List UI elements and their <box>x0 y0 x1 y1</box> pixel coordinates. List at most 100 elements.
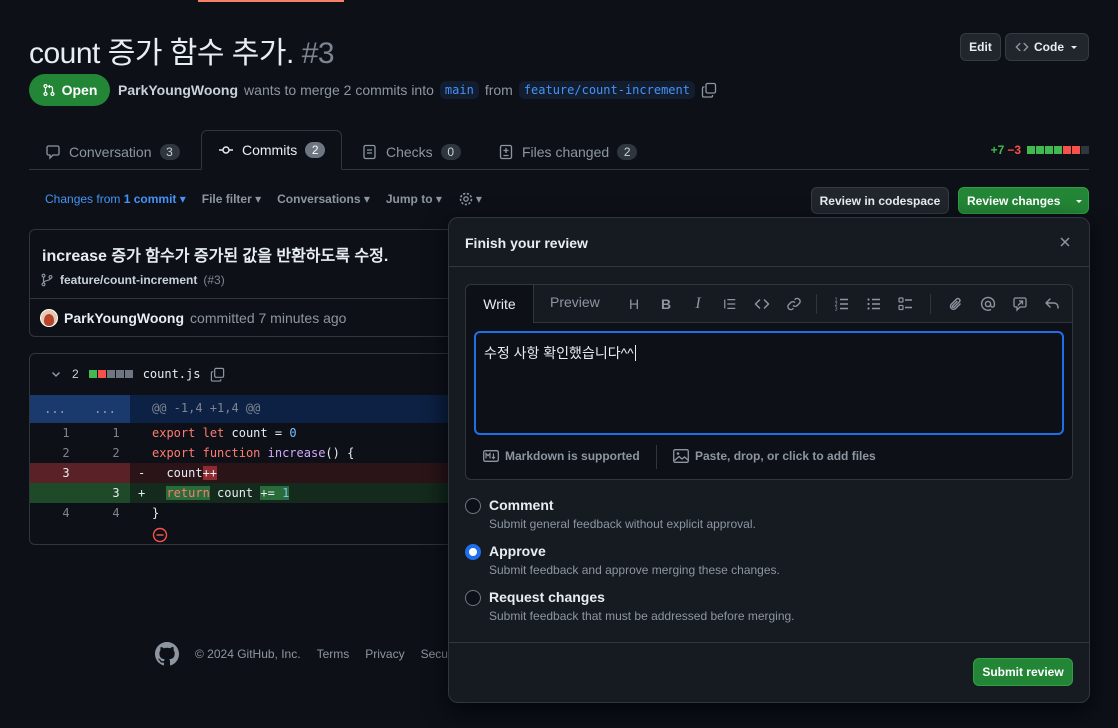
mention-icon[interactable] <box>978 294 998 314</box>
pr-meta-from: from <box>484 82 513 98</box>
new-line-number[interactable]: 3 <box>96 486 136 500</box>
hunk-header: ... ... @@ -1,4 +1,4 @@ <box>30 395 468 423</box>
cross-reference-icon[interactable] <box>1010 294 1030 314</box>
new-line-number[interactable]: 4 <box>96 506 136 520</box>
edit-button[interactable]: Edit <box>960 33 1001 61</box>
footer-link-terms[interactable]: Terms <box>317 647 350 661</box>
jump-to-label: Jump to <box>385 192 433 206</box>
copy-icon[interactable] <box>210 367 225 382</box>
file-diff-icon <box>498 144 514 160</box>
radio-approve[interactable] <box>465 544 481 560</box>
diff-line: 4 4 } <box>30 503 468 523</box>
submit-review-label: Submit review <box>982 665 1064 679</box>
old-line-number[interactable]: 4 <box>46 506 86 520</box>
diff-line: 1 1 export let count = 0 <box>30 423 468 443</box>
paperclip-icon[interactable] <box>946 294 966 314</box>
review-comment-textarea[interactable]: 수정 사항 확인했습니다^^ <box>474 331 1064 435</box>
unordered-list-icon[interactable] <box>864 294 884 314</box>
code-icon <box>1015 40 1029 54</box>
old-line-number[interactable]: 3 <box>46 466 86 480</box>
tab-files-label: Files changed <box>522 144 610 160</box>
diff-sign: - <box>138 466 146 480</box>
svg-text:3: 3 <box>835 307 838 313</box>
commit-time: committed 7 minutes ago <box>190 310 347 326</box>
chevron-down-icon <box>1074 196 1084 206</box>
collapse-icon[interactable] <box>152 527 168 543</box>
close-icon[interactable] <box>1056 233 1074 251</box>
commit-branch-link[interactable]: feature/count-increment <box>60 273 197 287</box>
italic-icon[interactable]: I <box>688 294 708 314</box>
file-name[interactable]: count.js <box>143 367 201 381</box>
code-button[interactable]: Code <box>1005 33 1089 61</box>
tab-commits[interactable]: Commits 2 <box>201 130 343 170</box>
footer-link-security[interactable]: Secu <box>421 647 448 661</box>
tab-files-count: 2 <box>617 144 638 160</box>
tab-conversation-count: 3 <box>159 144 180 160</box>
tab-write[interactable]: Write <box>466 285 534 323</box>
diff-code: export function increase() { <box>152 446 355 460</box>
review-option-request-changes[interactable]: Request changes Submit feedback that mus… <box>465 589 795 623</box>
comment-icon <box>45 144 61 160</box>
reply-icon[interactable] <box>1042 294 1062 314</box>
radio-request-changes[interactable] <box>465 590 481 606</box>
link-icon[interactable] <box>784 294 804 314</box>
text-caret <box>634 345 636 361</box>
new-line-number[interactable]: 1 <box>96 426 136 440</box>
tab-conversation[interactable]: Conversation 3 <box>45 134 180 170</box>
bold-icon[interactable]: B <box>656 294 676 314</box>
old-line-number[interactable]: 1 <box>46 426 86 440</box>
diffstat-deletions: −3 <box>1007 143 1021 157</box>
chevron-down-icon[interactable] <box>50 368 62 380</box>
file-filter-dropdown[interactable]: File filter ▾ <box>202 192 261 206</box>
markdown-icon <box>483 450 499 462</box>
review-changes-button[interactable]: Review changes <box>958 187 1089 214</box>
head-branch-link[interactable]: feature/count-increment <box>518 81 695 99</box>
commit-pr-ref[interactable]: (#3) <box>203 273 224 287</box>
diff-code: export let count = 0 <box>152 426 297 440</box>
commit-author-link[interactable]: ParkYoungWoong <box>64 310 184 326</box>
base-branch-link[interactable]: main <box>439 81 479 99</box>
pr-title-text: count 증가 함수 추가. <box>29 37 294 70</box>
diffstat: +7 −3 <box>991 143 1089 157</box>
new-line-number[interactable]: 2 <box>96 446 136 460</box>
radio-comment[interactable] <box>465 498 481 514</box>
popup-divider <box>449 266 1089 267</box>
tab-checks[interactable]: Checks 0 <box>362 134 461 170</box>
markdown-note[interactable]: Markdown is supported <box>483 449 640 463</box>
review-in-codespace-button[interactable]: Review in codespace <box>811 187 949 214</box>
jump-to-dropdown[interactable]: Jump to ▾ <box>386 192 442 206</box>
expand-up-button[interactable]: ... <box>30 395 80 423</box>
old-line-number[interactable]: 2 <box>46 446 86 460</box>
pr-number: #3 <box>301 37 335 70</box>
footer-link-privacy[interactable]: Privacy <box>365 647 404 661</box>
pr-meta-text: wants to merge 2 commits into <box>244 82 434 98</box>
tab-files-changed[interactable]: Files changed 2 <box>498 134 638 170</box>
submit-review-button[interactable]: Submit review <box>973 658 1073 686</box>
task-list-icon[interactable] <box>896 294 916 314</box>
footer-copyright: © 2024 GitHub, Inc. <box>195 647 301 661</box>
pr-author-link[interactable]: ParkYoungWoong <box>118 82 238 98</box>
conversations-dropdown[interactable]: Conversations ▾ <box>277 192 370 206</box>
expand-down-button[interactable]: ... <box>80 395 130 423</box>
toolbar-divider <box>816 294 817 314</box>
code-icon[interactable] <box>752 294 772 314</box>
code-button-label: Code <box>1034 40 1064 54</box>
github-logo-icon[interactable] <box>155 642 179 666</box>
quote-icon[interactable] <box>720 294 740 314</box>
tab-preview[interactable]: Preview <box>550 294 600 310</box>
file-filter-label: File filter <box>201 192 252 206</box>
files-toolbar: Changes from 1 commit ▾ File filter ▾ Co… <box>45 191 482 207</box>
ordered-list-icon[interactable]: 123 <box>832 294 852 314</box>
attach-files-button[interactable]: Paste, drop, or click to add files <box>673 449 876 463</box>
tab-checks-count: 0 <box>440 144 461 160</box>
review-option-comment[interactable]: Comment Submit general feedback without … <box>465 497 756 531</box>
changes-from-dropdown[interactable]: Changes from 1 commit ▾ <box>45 192 186 206</box>
heading-icon[interactable]: H <box>624 294 644 314</box>
diff-line-deleted: 3 - count++ <box>30 463 468 483</box>
changes-count: 1 commit <box>123 192 177 206</box>
tab-commits-count: 2 <box>305 142 326 158</box>
avatar[interactable] <box>40 309 58 327</box>
review-option-approve[interactable]: Approve Submit feedback and approve merg… <box>465 543 780 577</box>
copy-icon[interactable] <box>701 82 717 98</box>
settings-dropdown[interactable]: ▾ <box>458 191 482 207</box>
